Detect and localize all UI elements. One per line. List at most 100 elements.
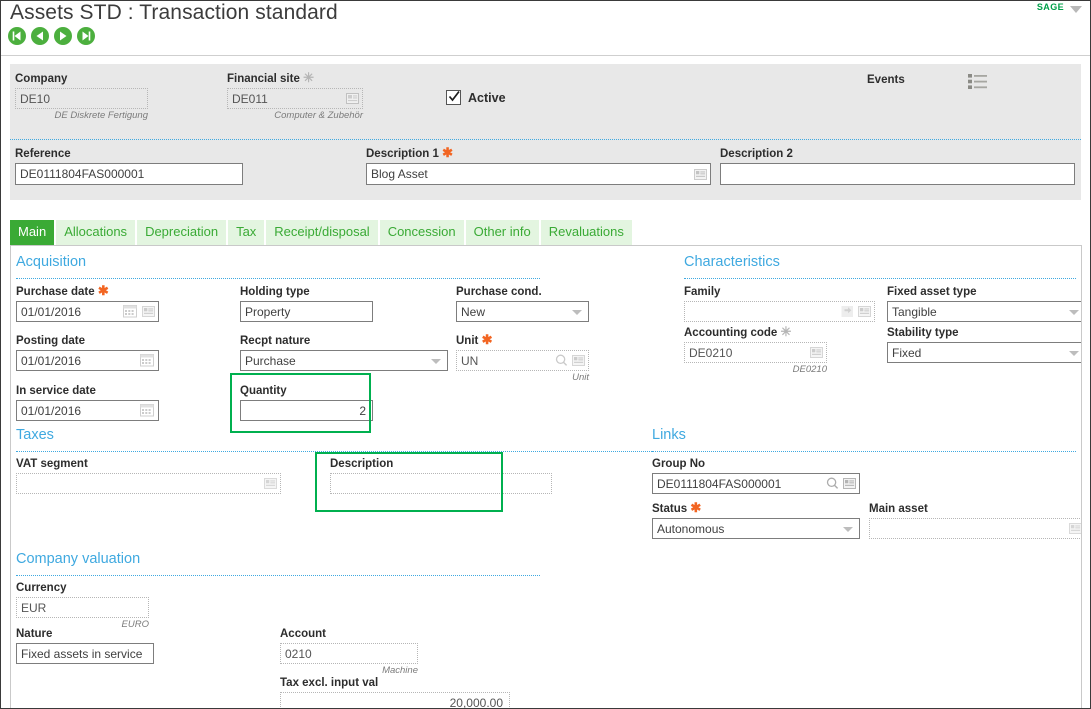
field-status: Status ✱ Autonomous (652, 500, 860, 539)
lookup-icon[interactable] (809, 345, 824, 360)
calendar-icon[interactable] (140, 353, 155, 368)
fixed-asset-type-select[interactable]: Tangible (887, 301, 1081, 322)
lookup-icon[interactable] (857, 304, 872, 319)
purchase-cond-label: Purchase cond. (456, 286, 542, 298)
field-tax-description: Description (330, 457, 552, 494)
field-family: Family (684, 285, 875, 322)
main-asset-input[interactable] (869, 518, 1081, 539)
posting-date-input[interactable]: 01/01/2016 (16, 350, 159, 371)
section-rule-company-valuation (16, 575, 540, 576)
field-accounting-code: Accounting code ✳ DE0210 DE0210 (684, 324, 827, 376)
purchase-cond-select[interactable]: New (456, 301, 589, 322)
field-account: Account 0210 Machine (280, 627, 418, 677)
nav-last-button[interactable] (77, 27, 95, 45)
nature-input[interactable]: Fixed assets in service (16, 643, 154, 664)
field-company: Company DE10 DE Diskrete Fertigung (15, 72, 148, 122)
reference-input[interactable]: DE0111804FAS000001 (15, 163, 243, 185)
accounting-code-label: Accounting code ✳ (684, 324, 792, 339)
tab-allocations[interactable]: Allocations (56, 220, 136, 245)
tab-revaluations[interactable]: Revaluations (540, 220, 632, 245)
description-2-input[interactable] (720, 163, 1075, 185)
active-checkbox[interactable] (446, 90, 461, 105)
lookup-icon[interactable] (1068, 521, 1081, 536)
required-marker: ✳ (303, 70, 314, 85)
group-no-label: Group No (652, 458, 706, 470)
field-currency: Currency EUR EURO (16, 581, 149, 631)
field-stability-type: Stability type Fixed (887, 326, 1081, 363)
chevron-down-icon[interactable] (843, 527, 853, 532)
tab-depreciation[interactable]: Depreciation (137, 220, 227, 245)
family-input[interactable] (684, 301, 875, 322)
financial-site-input[interactable]: DE011 (227, 88, 363, 109)
unit-label: Unit ✱ (456, 332, 493, 347)
in-service-date-input[interactable]: 01/01/2016 (16, 400, 159, 421)
tab-main[interactable]: Main (10, 220, 55, 245)
application-window: Assets STD : Transaction standard SAGE C… (0, 0, 1091, 709)
lookup-icon[interactable] (263, 476, 278, 491)
quantity-input[interactable]: 2 (240, 400, 373, 421)
section-title-taxes: Taxes (16, 427, 54, 443)
search-icon[interactable] (825, 476, 840, 491)
company-label: Company (15, 73, 68, 85)
financial-site-label: Financial site ✳ (227, 70, 314, 85)
jump-to-icon[interactable] (840, 304, 855, 319)
holding-type-input[interactable]: Property (240, 301, 373, 322)
field-fixed-asset-type: Fixed asset type Tangible (887, 285, 1081, 322)
list-icon[interactable] (968, 73, 988, 93)
chevron-down-icon[interactable] (1069, 310, 1079, 315)
recpt-nature-select[interactable]: Purchase (240, 350, 448, 371)
lookup-icon[interactable] (693, 167, 708, 182)
sage-logo: SAGE (1036, 2, 1064, 12)
page-title: Assets STD : Transaction standard (10, 1, 338, 24)
tab-receipt-disposal[interactable]: Receipt/disposal (266, 220, 378, 245)
chevron-down-icon[interactable] (1069, 351, 1079, 356)
tax-excl-input-val-input[interactable]: 20,000.00 (280, 692, 510, 708)
unit-input[interactable]: UN (456, 350, 589, 371)
tax-description-input[interactable] (330, 473, 552, 494)
tax-excl-input-val-label: Tax excl. input val (280, 677, 379, 689)
active-checkbox-group[interactable]: Active (446, 90, 506, 105)
lookup-icon[interactable] (571, 353, 586, 368)
field-reference: Reference DE0111804FAS000001 (15, 147, 243, 185)
nav-next-button[interactable] (54, 27, 72, 45)
required-marker: ✱ (481, 332, 493, 347)
chevron-down-icon[interactable] (1070, 6, 1082, 13)
recpt-nature-label: Recpt nature (240, 335, 311, 347)
accounting-code-input[interactable]: DE0210 (684, 342, 827, 363)
calendar-icon[interactable] (140, 403, 155, 418)
field-in-service-date: In service date 01/01/2016 (16, 384, 159, 421)
lookup-icon[interactable] (842, 476, 857, 491)
company-input[interactable]: DE10 (15, 88, 148, 109)
status-select[interactable]: Autonomous (652, 518, 860, 539)
search-icon[interactable] (554, 353, 569, 368)
tab-other-info[interactable]: Other info (465, 220, 539, 245)
description-1-input[interactable]: Blog Asset (366, 163, 711, 185)
section-title-characteristics: Characteristics (684, 254, 780, 270)
purchase-date-label: Purchase date ✱ (16, 283, 109, 298)
calendar-icon[interactable] (123, 304, 138, 319)
lookup-icon[interactable] (141, 304, 156, 319)
stability-type-select[interactable]: Fixed (887, 342, 1081, 363)
account-input[interactable]: 0210 (280, 643, 418, 664)
tab-concession[interactable]: Concession (379, 220, 464, 245)
nav-previous-button[interactable] (31, 27, 49, 45)
main-tab-panel: Acquisition Purchase date ✱ 01/01/2016 P… (10, 245, 1082, 708)
holding-type-label: Holding type (240, 286, 310, 298)
purchase-date-input[interactable]: 01/01/2016 (16, 301, 159, 322)
required-marker: ✱ (690, 500, 702, 515)
field-tax-excl-input-val: Tax excl. input val 20,000.00 (280, 676, 510, 708)
group-no-input[interactable]: DE0111804FAS000001 (652, 473, 860, 494)
lookup-icon[interactable] (345, 91, 360, 106)
tab-tax[interactable]: Tax (228, 220, 265, 245)
family-label: Family (684, 286, 721, 298)
nav-first-button[interactable] (8, 27, 26, 45)
events-label: Events (867, 74, 905, 86)
currency-label: Currency (16, 582, 67, 594)
chevron-down-icon[interactable] (572, 310, 582, 315)
in-service-date-label: In service date (16, 385, 96, 397)
section-rule-links (652, 451, 1076, 452)
currency-input[interactable]: EUR (16, 597, 149, 618)
chevron-down-icon[interactable] (431, 359, 441, 364)
vat-segment-input[interactable] (16, 473, 281, 494)
field-posting-date: Posting date 01/01/2016 (16, 334, 159, 371)
